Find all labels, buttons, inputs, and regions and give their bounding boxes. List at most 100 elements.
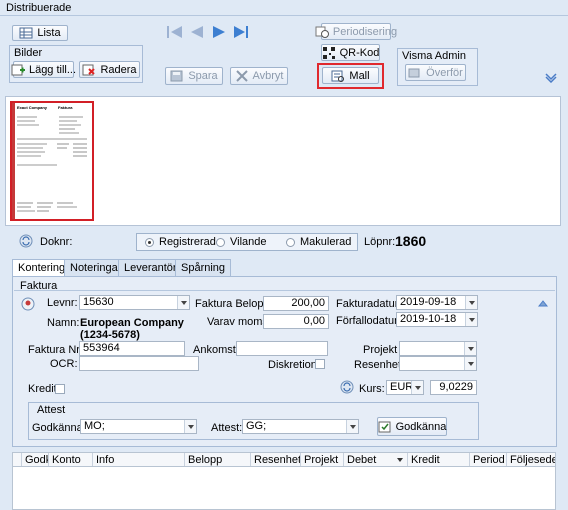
- fakturadatum-field[interactable]: 2019-09-18: [396, 295, 478, 310]
- ocr-label: OCR:: [50, 358, 78, 370]
- overfor-button[interactable]: Överför: [405, 64, 466, 81]
- supplier-lookup-icon[interactable]: [21, 297, 35, 314]
- delete-image-button[interactable]: Radera: [79, 61, 140, 78]
- col-debet[interactable]: Debet: [344, 453, 408, 466]
- resenhet-field[interactable]: [399, 356, 477, 371]
- bilder-group-title: Bilder: [14, 47, 43, 59]
- col-belopp[interactable]: Belopp: [185, 453, 251, 466]
- delete-image-icon: [82, 64, 96, 76]
- fakturadatum-dropdown-icon[interactable]: [465, 296, 477, 309]
- save-label: Spara: [188, 70, 218, 82]
- fakturadatum-value: 2019-09-18: [400, 296, 457, 308]
- projekt-dropdown-icon[interactable]: [464, 342, 476, 355]
- attest-field[interactable]: GG;: [242, 419, 359, 434]
- tab-leverantor[interactable]: Leverantör: [118, 259, 183, 276]
- periodisering-label: Periodisering: [332, 25, 398, 38]
- tab-sparning[interactable]: Spårning: [175, 259, 232, 276]
- add-image-icon: [11, 64, 25, 76]
- lista-label: Lista: [37, 27, 61, 39]
- col-kredit[interactable]: Kredit: [408, 453, 470, 466]
- status-label-vilande: Vilande: [230, 236, 267, 248]
- cancel-button[interactable]: Avbryt: [230, 67, 288, 85]
- status-radio-registrerad[interactable]: [145, 238, 154, 247]
- godkanna-dropdown-icon[interactable]: [184, 420, 196, 433]
- status-label-registrerad: Registrerad: [159, 236, 216, 248]
- fakturanr-field[interactable]: 553964: [79, 341, 185, 356]
- col-info[interactable]: Info: [93, 453, 185, 466]
- visma-admin-title: Visma Admin: [402, 50, 466, 62]
- refresh-icon[interactable]: [19, 234, 33, 251]
- namn-label: Namn:: [47, 317, 80, 329]
- save-button[interactable]: Spara: [165, 67, 223, 85]
- next-record-icon[interactable]: [210, 24, 228, 42]
- levnr-field[interactable]: 15630: [79, 295, 190, 310]
- forfallodatum-dropdown-icon[interactable]: [465, 313, 477, 326]
- qr-code-icon: [322, 46, 336, 59]
- godkanna-field[interactable]: MO;: [80, 419, 197, 434]
- collapse-toolbar-icon[interactable]: [545, 71, 557, 86]
- delete-image-label: Radera: [100, 63, 137, 76]
- currency-dropdown-icon[interactable]: [411, 381, 423, 394]
- attest-value: GG;: [246, 420, 267, 432]
- faktura-title: Faktura: [20, 280, 58, 292]
- moms-field[interactable]: 0,00: [263, 314, 329, 329]
- last-record-icon[interactable]: [232, 24, 250, 42]
- col-debet-label: Debet: [347, 454, 377, 466]
- godkanna-value: MO;: [84, 420, 105, 432]
- previous-record-icon[interactable]: [188, 24, 206, 42]
- col-foljesedel[interactable]: Följesedel: [507, 453, 555, 466]
- godkanna-button[interactable]: Godkänna: [377, 417, 447, 436]
- belopp-label: Faktura Belopp:: [195, 298, 273, 310]
- ocr-field[interactable]: [79, 356, 199, 371]
- namn-value: European Company: [80, 317, 184, 329]
- lopnr-label: Löpnr:: [364, 236, 396, 248]
- cancel-label: Avbryt: [252, 70, 284, 82]
- status-label-makulerad: Makulerad: [300, 236, 352, 248]
- forfallodatum-field[interactable]: 2019-10-18: [396, 312, 478, 327]
- attest-title: Attest: [37, 404, 66, 416]
- update-rate-icon[interactable]: [340, 380, 354, 397]
- col-projekt[interactable]: Projekt: [301, 453, 344, 466]
- grid-header: Godk Konto Info Belopp Resenhet Projekt …: [12, 452, 556, 467]
- cancel-icon: [235, 70, 249, 82]
- kredit-checkbox[interactable]: [55, 384, 65, 394]
- col-resenhet[interactable]: Resenhet: [251, 453, 301, 466]
- collapse-panel-icon[interactable]: [537, 298, 549, 313]
- ankomst-label: Ankomst:: [193, 344, 239, 356]
- kurs-label: Kurs:: [359, 383, 385, 395]
- projekt-field[interactable]: [399, 341, 477, 356]
- col-konto[interactable]: Konto: [49, 453, 93, 466]
- attest-dropdown-icon[interactable]: [346, 420, 358, 433]
- status-radio-vilande[interactable]: [216, 238, 225, 247]
- belopp-field[interactable]: 200,00: [263, 296, 329, 311]
- col-period[interactable]: Period: [470, 453, 507, 466]
- diskretion-checkbox[interactable]: [315, 359, 325, 369]
- add-image-label: Lägg till...: [28, 63, 77, 76]
- thumbnail-red-stripe: [12, 103, 15, 219]
- qr-code-button[interactable]: QR-Kod: [321, 44, 380, 61]
- namn-id: (1234-5678): [80, 329, 140, 341]
- kredit-label: Kredit: [28, 383, 57, 395]
- mall-button[interactable]: Mall: [322, 67, 379, 84]
- status-radio-makulerad[interactable]: [286, 238, 295, 247]
- tab-kontering[interactable]: Kontering: [12, 259, 72, 277]
- lista-button[interactable]: Lista: [12, 25, 68, 41]
- ankomst-field[interactable]: [236, 341, 328, 356]
- resenhet-label: Resenhet: [354, 359, 402, 371]
- levnr-dropdown-icon[interactable]: [177, 296, 189, 309]
- thumbnail-lines: [17, 116, 87, 212]
- faktura-header: [14, 279, 555, 291]
- col-godk[interactable]: Godk: [22, 453, 49, 466]
- invoice-thumbnail[interactable]: Exact Company Faktura: [10, 101, 94, 221]
- add-image-button[interactable]: Lägg till...: [11, 61, 77, 78]
- godkanna-label: Godkänna:: [32, 422, 86, 434]
- overfor-label: Överför: [426, 66, 463, 79]
- first-record-icon[interactable]: [166, 24, 184, 42]
- approve-icon: [378, 421, 392, 433]
- qr-code-label: QR-Kod: [339, 46, 380, 59]
- currency-field[interactable]: EUR: [386, 380, 424, 395]
- kurs-field[interactable]: 9,0229: [430, 380, 477, 395]
- resenhet-dropdown-icon[interactable]: [464, 357, 476, 370]
- periodisering-button[interactable]: Periodisering: [315, 23, 397, 40]
- lopnr-value: 1860: [395, 233, 427, 249]
